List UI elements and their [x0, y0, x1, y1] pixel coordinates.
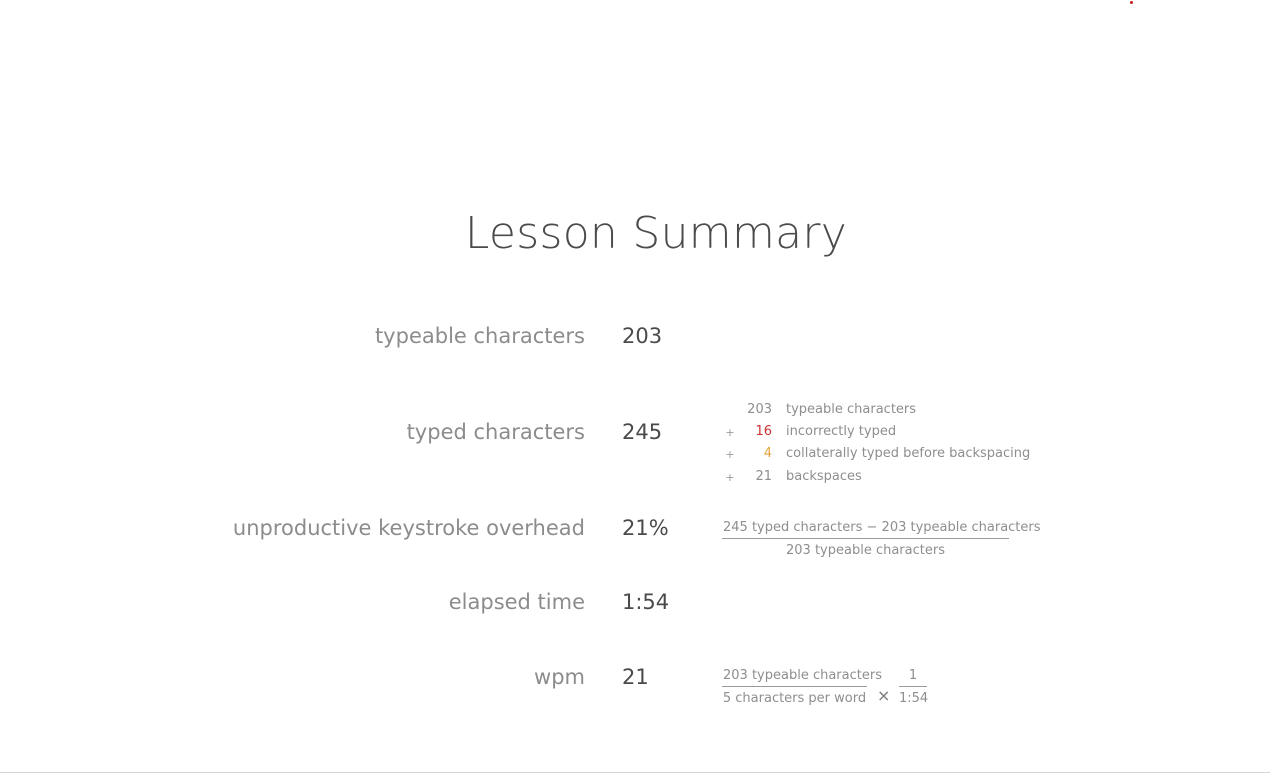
wpm-formula-left-numerator: 203 typeable characters: [722, 668, 882, 687]
overhead-formula-denominator: 203 typeable characters: [786, 543, 945, 558]
breakdown-operator: +: [725, 448, 735, 461]
breakdown-number: 4: [763, 446, 772, 461]
breakdown-description: typeable characters: [786, 402, 917, 417]
bottom-divider: [0, 772, 1270, 773]
stat-value-typeable-characters: 203: [622, 324, 663, 348]
breakdown-number: 16: [755, 424, 772, 439]
wpm-formula-right-numerator: 1: [899, 668, 927, 687]
breakdown-description: incorrectly typed: [786, 424, 897, 439]
stat-value-wpm: 21: [622, 665, 649, 689]
breakdown-row-typeable: 203 typeable characters: [724, 402, 1044, 422]
breakdown-row-collateral: + 4 collaterally typed before backspacin…: [724, 446, 1044, 466]
multiply-sign: ×: [877, 686, 891, 705]
breakdown-operator: +: [725, 471, 735, 484]
breakdown-row-backspaces: + 21 backspaces: [724, 469, 1044, 489]
stat-label-typeable-characters: typeable characters: [374, 324, 585, 348]
wpm-formula-left-fraction: 203 typeable characters 5 characters per…: [722, 668, 882, 706]
page-title: Lesson Summary: [464, 208, 848, 259]
stat-value-typed-characters: 245: [622, 420, 663, 444]
breakdown-row-incorrect: + 16 incorrectly typed: [724, 424, 1044, 444]
stat-label-unproductive-keystroke-overhead: unproductive keystroke overhead: [232, 516, 585, 540]
stat-label-wpm: wpm: [534, 665, 585, 689]
breakdown-operator: +: [725, 426, 735, 439]
stat-label-typed-characters: typed characters: [406, 420, 585, 444]
stat-value-unproductive-keystroke-overhead: 21%: [622, 516, 669, 540]
breakdown-number: 21: [755, 469, 772, 484]
stat-value-elapsed-time: 1:54: [622, 590, 670, 614]
breakdown-description: backspaces: [786, 469, 862, 484]
cursor-indicator-dot: [1130, 1, 1133, 4]
breakdown-description: collaterally typed before backspacing: [786, 446, 1031, 461]
overhead-formula-numerator: 245 typed characters − 203 typeable char…: [722, 520, 1041, 539]
stat-label-elapsed-time: elapsed time: [448, 590, 585, 614]
wpm-formula-right-fraction: 1 1:54: [899, 668, 929, 706]
breakdown-number: 203: [747, 402, 772, 417]
overhead-formula: 245 typed characters − 203 typeable char…: [722, 520, 1041, 558]
wpm-formula-left-denominator: 5 characters per word: [722, 691, 867, 706]
wpm-formula-right-denominator: 1:54: [899, 691, 929, 706]
